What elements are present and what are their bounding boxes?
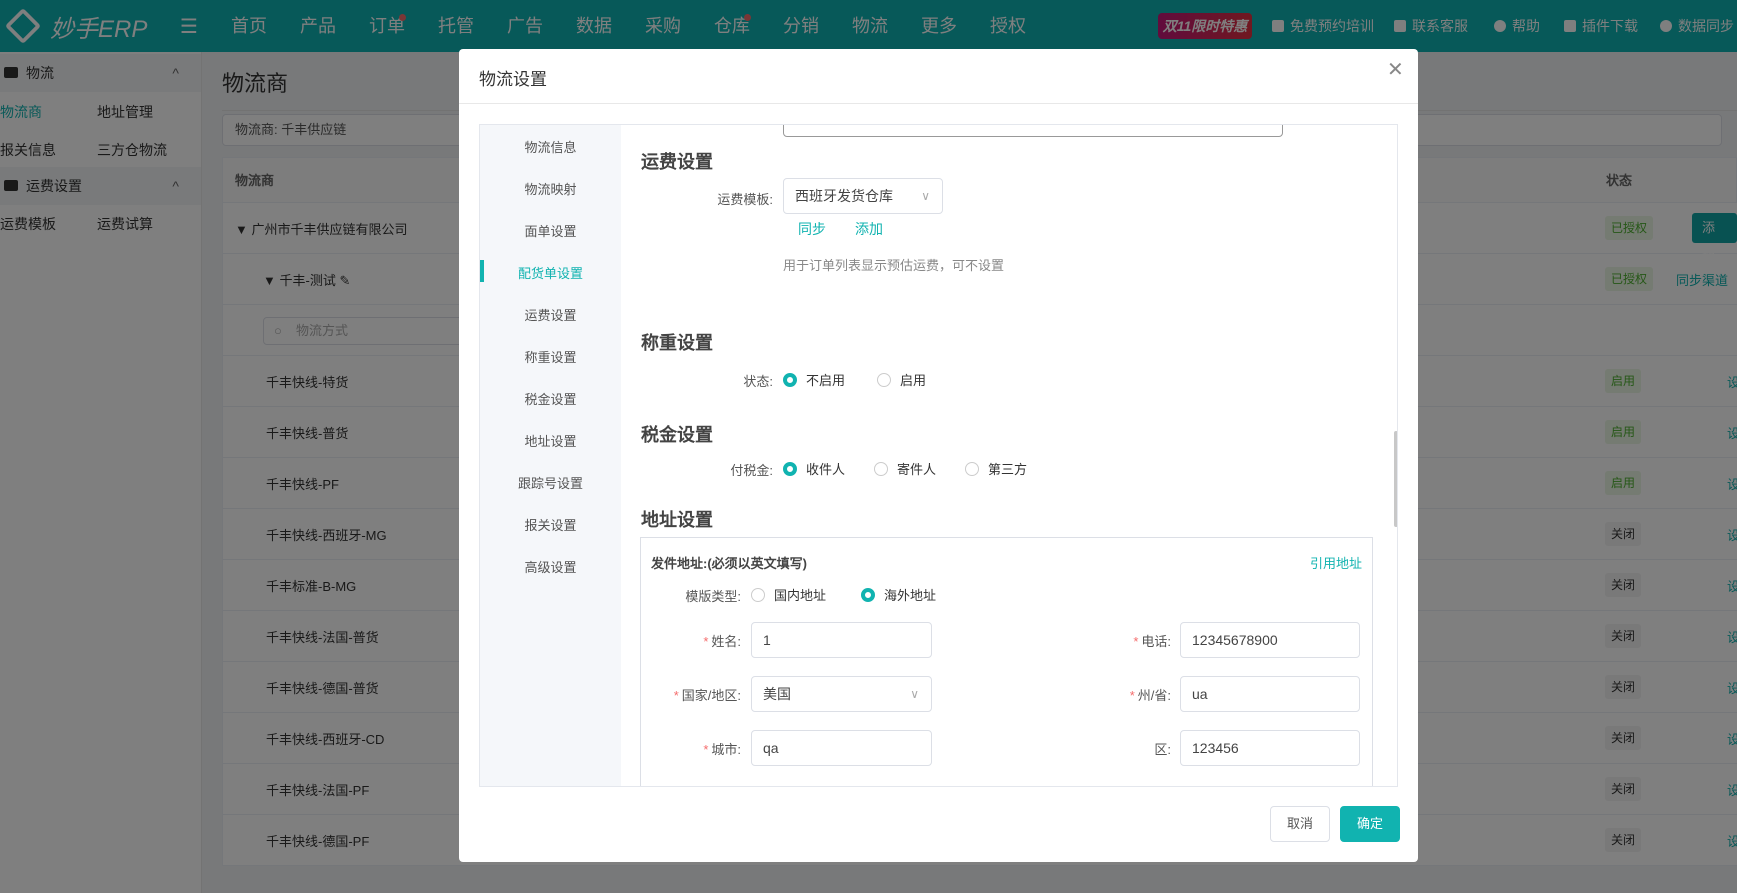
- state-input[interactable]: ua: [1180, 676, 1360, 712]
- select-value: 美国: [763, 686, 791, 702]
- content-scrollbar[interactable]: [1394, 431, 1397, 527]
- radio-label: 启用: [900, 373, 927, 388]
- label-text: 城市:: [711, 742, 741, 757]
- section-heading-address: 地址设置: [641, 510, 713, 530]
- radio-tax-sender[interactable]: 寄件人: [874, 459, 936, 478]
- state-label: * 州/省:: [1129, 688, 1171, 703]
- settings-nav-item[interactable]: 称重设置: [480, 347, 621, 366]
- settings-content: 运费设置 运费模板: 西班牙发货仓库 ∨ 同步 添加 用于订单列表显示预估运费，可…: [621, 125, 1397, 786]
- section-heading-freight: 运费设置: [641, 152, 713, 172]
- settings-nav-item[interactable]: 物流信息: [480, 137, 621, 156]
- settings-nav-item[interactable]: 高级设置: [480, 557, 621, 576]
- radio-icon: [751, 587, 765, 602]
- district-label: 区:: [1154, 742, 1171, 757]
- settings-nav-item[interactable]: 面单设置: [480, 221, 621, 240]
- previous-field-input[interactable]: [783, 125, 1283, 137]
- phone-label: * 电话:: [1133, 634, 1171, 649]
- district-input[interactable]: 123456: [1180, 730, 1360, 766]
- label-text: 国家/地区:: [681, 688, 741, 703]
- radio-tax-recipient[interactable]: 收件人: [783, 459, 845, 478]
- settings-nav-item[interactable]: 运费设置: [480, 305, 621, 324]
- settings-nav: 物流信息物流映射面单设置配货单设置运费设置称重设置税金设置地址设置跟踪号设置报关…: [480, 125, 621, 786]
- radio-checked-icon: [783, 461, 797, 476]
- radio-label: 第三方: [988, 462, 1028, 477]
- radio-checked-icon: [861, 587, 875, 602]
- name-input[interactable]: 1: [751, 622, 932, 658]
- sender-address-box: 发件地址:(必须以英文填写) 引用地址 模版类型: 国内地址 海外地址 * 姓名:…: [640, 537, 1373, 786]
- close-icon[interactable]: ✕: [1387, 57, 1404, 82]
- radio-tax-third-party[interactable]: 第三方: [965, 459, 1027, 478]
- section-heading-tax: 税金设置: [641, 425, 713, 445]
- section-heading-weigh: 称重设置: [641, 333, 713, 353]
- chevron-down-icon: ∨: [910, 687, 919, 701]
- radio-weigh-on[interactable]: 启用: [877, 370, 926, 389]
- country-label: * 国家/地区:: [673, 688, 741, 703]
- name-label: * 姓名:: [703, 634, 741, 649]
- radio-icon: [874, 461, 888, 476]
- dialog-body: 物流信息 物流映射 面单设置 配货单设置 运费设置 称重设置 税金设置 地址设置 跟踪号设置 报关…: [479, 124, 1398, 787]
- label-text: 州/省:: [1137, 688, 1171, 703]
- radio-label: 海外地址: [884, 588, 937, 603]
- settings-nav-item[interactable]: 跟踪号设置: [480, 473, 621, 492]
- settings-nav-item[interactable]: 地址设置: [480, 431, 621, 450]
- logistics-settings-dialog: 物流设置 ✕ 物流信息 物流映射 面单设置 配货单设置 运费设置 称重设置 税金设置 地址设置…: [459, 49, 1418, 862]
- chevron-down-icon: ∨: [921, 189, 930, 203]
- sender-address-title: 发件地址:(必须以英文填写): [651, 556, 807, 571]
- radio-weigh-off[interactable]: 不启用: [783, 370, 845, 389]
- radio-label: 收件人: [806, 462, 846, 477]
- radio-domestic-address[interactable]: 国内地址: [751, 585, 826, 604]
- radio-label: 国内地址: [774, 588, 827, 603]
- weigh-status-label: 状态:: [743, 374, 773, 389]
- freight-template-label: 运费模板:: [717, 192, 773, 207]
- phone-input[interactable]: 12345678900: [1180, 622, 1360, 658]
- quote-address-link[interactable]: 引用地址: [1310, 553, 1362, 572]
- settings-nav-item[interactable]: 税金设置: [480, 389, 621, 408]
- select-value: 西班牙发货仓库: [795, 188, 893, 204]
- radio-icon: [965, 461, 979, 476]
- city-input[interactable]: qa: [751, 730, 932, 766]
- tax-payer-label: 付税金:: [730, 463, 773, 478]
- country-select[interactable]: 美国 ∨: [751, 676, 932, 712]
- radio-overseas-address[interactable]: 海外地址: [861, 585, 936, 604]
- radio-label: 寄件人: [897, 462, 937, 477]
- label-text: 姓名:: [711, 634, 741, 649]
- freight-template-select[interactable]: 西班牙发货仓库 ∨: [783, 178, 943, 214]
- radio-checked-icon: [783, 372, 797, 387]
- freight-hint: 用于订单列表显示预估运费，可不设置: [783, 258, 1005, 273]
- template-type-label: 模版类型:: [685, 589, 741, 604]
- cancel-button[interactable]: 取消: [1270, 806, 1330, 842]
- divider: [459, 103, 1418, 104]
- label-text: 电话:: [1141, 634, 1171, 649]
- radio-label: 不启用: [806, 373, 846, 388]
- city-label: * 城市:: [703, 742, 741, 757]
- radio-icon: [877, 372, 891, 387]
- settings-nav-item[interactable]: 配货单设置: [480, 260, 621, 282]
- confirm-button[interactable]: 确定: [1340, 806, 1400, 842]
- settings-nav-item[interactable]: 报关设置: [480, 515, 621, 534]
- dialog-title: 物流设置: [479, 70, 547, 89]
- settings-nav-item[interactable]: 物流映射: [480, 179, 621, 198]
- sync-link[interactable]: 同步: [798, 219, 826, 239]
- add-link[interactable]: 添加: [855, 219, 883, 239]
